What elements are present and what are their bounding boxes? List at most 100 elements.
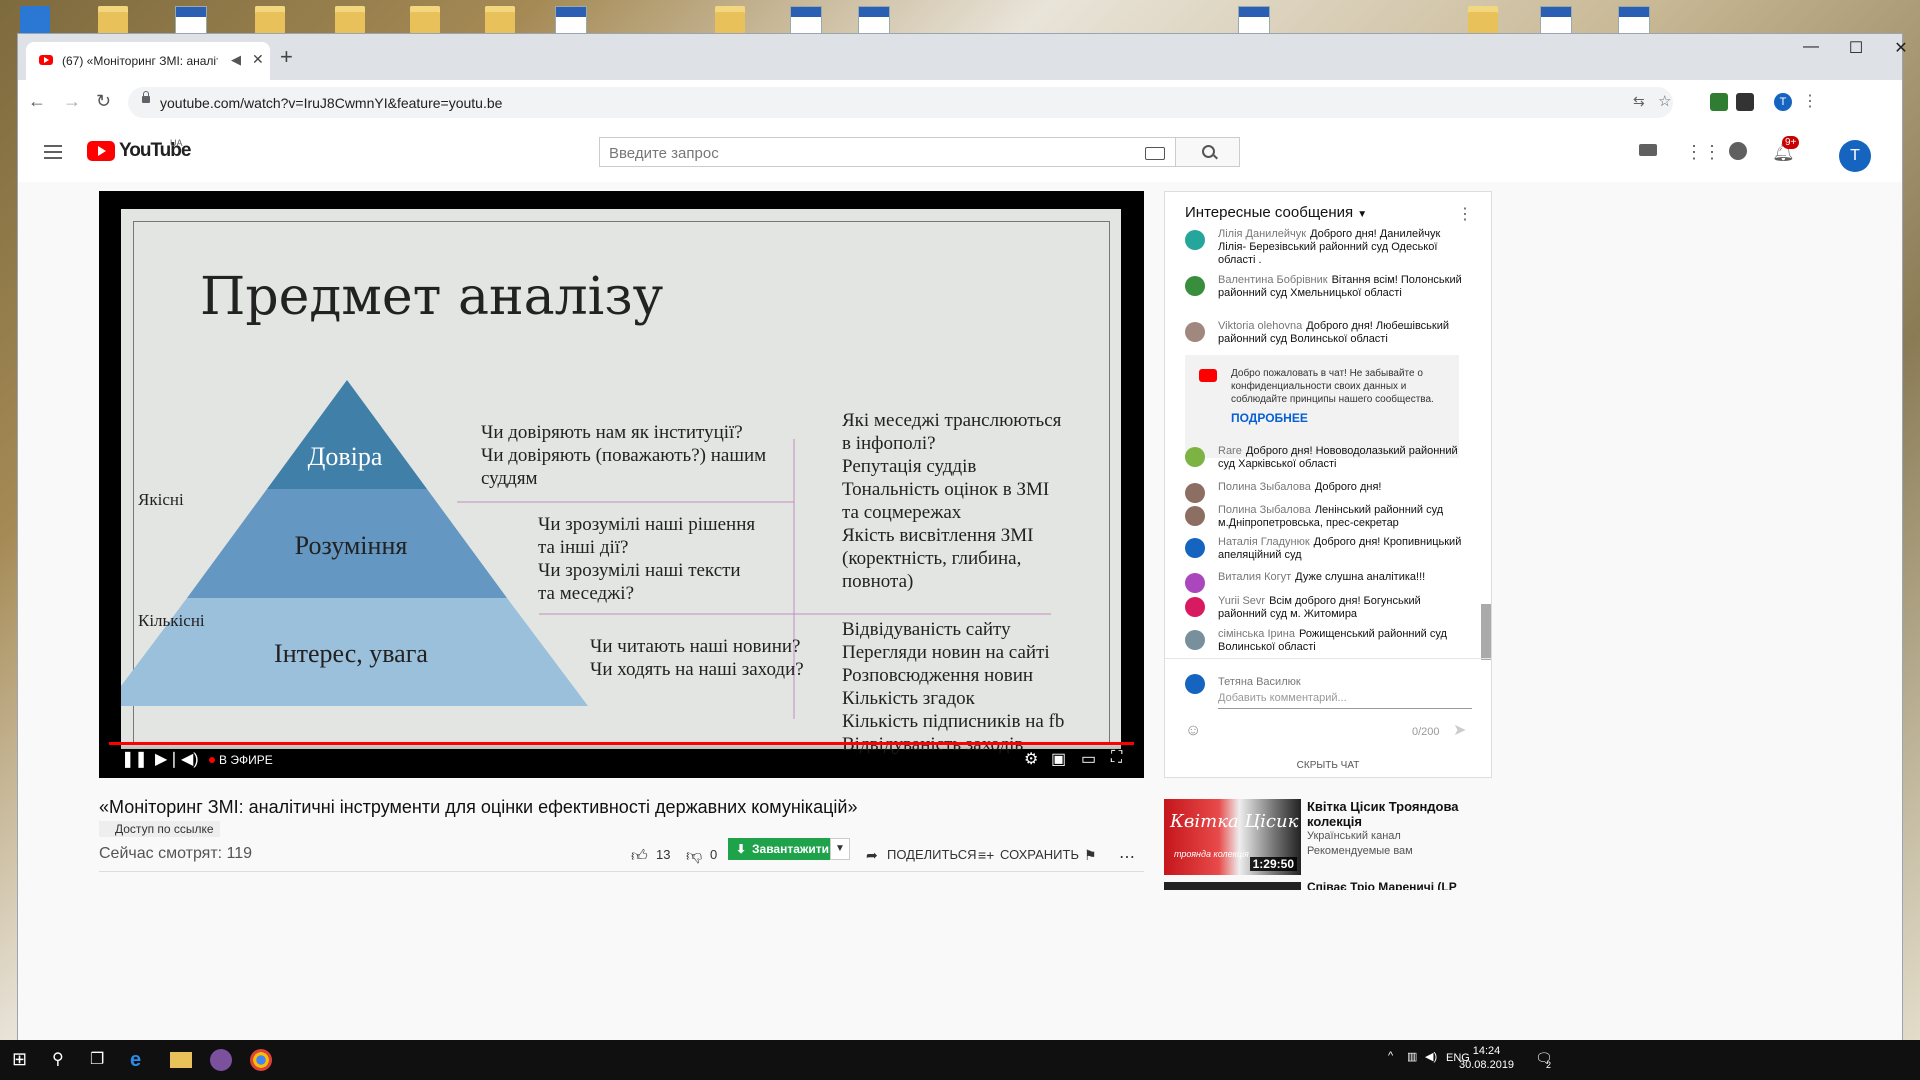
chat-message[interactable]: сімінська Ірина Рожищенський районний суд… [1185, 628, 1470, 654]
chat-message[interactable]: Лілія Данилейчук Доброго дня! Данилейчук … [1185, 228, 1470, 267]
close-window-icon[interactable]: ✕ [1878, 38, 1920, 58]
chat-author: Rare [1218, 445, 1242, 457]
network-icon[interactable]: ▥ [1407, 1050, 1417, 1063]
desktop-folder-icon[interactable] [255, 6, 285, 34]
fullscreen-icon[interactable]: ⛶ [1111, 749, 1122, 767]
live-badge[interactable]: В ЭФИРЕ [209, 753, 273, 767]
level-understanding: Розуміння [295, 531, 408, 560]
chat-filter-dropdown[interactable]: Интересные сообщения ▼ [1185, 204, 1367, 221]
tray-chevron-icon[interactable]: ^ [1388, 1050, 1393, 1062]
next-recommended-title[interactable]: Співає Тріо Мареничі (LP [1307, 882, 1457, 890]
chat-message[interactable]: Наталія Гладунюк Доброго дня! Кропивницьк… [1185, 536, 1470, 562]
dislike-icon[interactable]: 👎︎ [686, 847, 702, 866]
share-icon[interactable]: ➦ [866, 847, 878, 864]
translate-icon[interactable]: ⇆ [1633, 93, 1645, 110]
keyboard-icon[interactable] [1145, 147, 1165, 160]
chat-message[interactable]: Полина Зыбалова Ленінський районний суд м… [1185, 504, 1470, 530]
chat-input[interactable]: Добавить комментарий... [1218, 692, 1472, 709]
desktop-document-icon[interactable] [1238, 6, 1270, 36]
desktop-document-icon[interactable] [555, 6, 587, 36]
send-icon[interactable]: ➤ [1453, 720, 1466, 740]
desktop-document-icon[interactable] [175, 6, 207, 36]
player-controls: ❚❚ ▶❘ ◀) В ЭФИРЕ ⚙ ▣ ▭ ⛶ [99, 740, 1144, 778]
pause-icon[interactable]: ❚❚ [121, 749, 148, 769]
profile-avatar-icon[interactable]: T [1774, 93, 1792, 111]
desktop-icon[interactable] [20, 6, 50, 34]
minimize-icon[interactable]: — [1788, 38, 1834, 56]
chat-message[interactable]: Viktoria olehovna Доброго дня! Любешівськ… [1185, 320, 1470, 346]
recommended-title[interactable]: Квітка Цісик Трояндова колекція [1307, 799, 1487, 829]
volume-icon[interactable]: ◀) [181, 749, 199, 769]
desktop-document-icon[interactable] [1540, 6, 1572, 36]
messages-icon[interactable] [1729, 142, 1747, 160]
recommended-video[interactable]: Квітка Цісик троянда колекція 1:29:50 Кв… [1164, 799, 1492, 879]
chat-message[interactable]: Виталия Когут Дуже слушна аналітика!!! [1185, 571, 1470, 593]
hamburger-menu-icon[interactable] [44, 145, 62, 159]
save-button[interactable]: СОХРАНИТЬ [1000, 847, 1079, 862]
chat-message[interactable]: Полина Зыбалова Доброго дня! [1185, 481, 1470, 503]
share-button[interactable]: ПОДЕЛИТЬСЯ [887, 847, 976, 862]
video-thumbnail[interactable]: Квітка Цісик троянда колекція 1:29:50 [1164, 799, 1301, 875]
avatar [1185, 447, 1205, 467]
system-clock[interactable]: 14:24 30.08.2019 [1459, 1044, 1514, 1072]
extension-icon[interactable] [1710, 93, 1728, 111]
file-explorer-icon[interactable] [170, 1052, 192, 1068]
next-icon[interactable]: ▶❘ [155, 749, 181, 769]
like-icon[interactable]: 👍︎ [631, 847, 648, 866]
apps-grid-icon[interactable]: ⋮⋮ [1685, 142, 1721, 164]
account-avatar[interactable]: T [1839, 140, 1871, 172]
more-actions-icon[interactable]: ⋯ [1119, 847, 1135, 867]
extension-icon[interactable] [1736, 93, 1754, 111]
close-tab-icon[interactable]: ✕ [252, 51, 264, 68]
windows-taskbar: ⊞ ⚲ ❐ e ^ ▥ ◀) ENG 14:24 30.08.2019 🗨︎ 2 [0, 1040, 1920, 1080]
desktop-document-icon[interactable] [1618, 6, 1650, 36]
youtube-logo-icon[interactable] [87, 141, 115, 161]
menu-dots-icon[interactable]: ⋮ [1802, 91, 1818, 111]
desktop-folder-icon[interactable] [485, 6, 515, 34]
create-video-icon[interactable] [1639, 144, 1657, 156]
new-tab-icon[interactable]: + [280, 44, 293, 70]
save-playlist-icon[interactable]: ≡+ [978, 847, 994, 863]
report-flag-icon[interactable]: ⚑ [1084, 847, 1097, 864]
emoji-icon[interactable]: ☺ [1185, 722, 1201, 740]
video-player[interactable]: Предмет аналізу Довіра Розуміння Інтерес… [99, 191, 1144, 778]
next-thumbnail[interactable] [1164, 882, 1301, 890]
download-dropdown-chevron-icon[interactable]: ▼ [830, 838, 850, 860]
desktop-folder-icon[interactable] [715, 6, 745, 34]
bookmark-star-icon[interactable]: ☆ [1658, 92, 1671, 110]
forward-icon[interactable]: → [63, 91, 81, 112]
search-input[interactable] [607, 144, 1081, 163]
miniplayer-icon[interactable]: ▣ [1051, 749, 1066, 769]
desktop-document-icon[interactable] [790, 6, 822, 36]
desktop-folder-icon[interactable] [1468, 6, 1498, 34]
search-icon[interactable]: ⚲ [52, 1049, 74, 1071]
desktop-folder-icon[interactable] [335, 6, 365, 34]
chat-message[interactable]: Rare Доброго дня! Нововодолазький районни… [1185, 445, 1470, 471]
volume-tray-icon[interactable]: ◀) [1425, 1050, 1437, 1063]
desktop-document-icon[interactable] [858, 6, 890, 36]
edge-browser-icon[interactable]: e [130, 1049, 152, 1071]
hide-chat-button[interactable]: СКРЫТЬ ЧАТ [1165, 760, 1491, 771]
viber-icon[interactable] [210, 1049, 232, 1071]
back-icon[interactable]: ← [28, 91, 46, 112]
chat-message[interactable]: Yurii Sevr Всім доброго дня! Богунський р… [1185, 595, 1470, 621]
chat-menu-icon[interactable]: ⋮ [1457, 204, 1473, 224]
reload-icon[interactable]: ↻ [96, 91, 111, 112]
progress-bar[interactable] [109, 742, 1134, 745]
speaker-icon[interactable]: ◀ [231, 52, 241, 68]
maximize-icon[interactable]: ☐ [1833, 38, 1879, 58]
desktop-folder-icon[interactable] [98, 6, 128, 34]
channel-name[interactable]: Український канал [1307, 830, 1401, 842]
chat-message[interactable]: Валентина Бобрівник Вітання всім! Полонсь… [1185, 274, 1470, 300]
windows-start-icon[interactable]: ⊞ [12, 1049, 34, 1071]
settings-gear-icon[interactable]: ⚙ [1024, 749, 1038, 769]
learn-more-link[interactable]: ПОДРОБНЕЕ [1231, 412, 1308, 425]
address-bar[interactable]: youtube.com/watch?v=IruJ8CwmnYI&feature=… [128, 87, 1673, 118]
chrome-icon[interactable] [250, 1049, 272, 1071]
desktop-folder-icon[interactable] [410, 6, 440, 34]
theater-mode-icon[interactable]: ▭ [1081, 749, 1096, 769]
browser-tab[interactable]: (67) «Моніторинг ЗМІ: аналітичні ◀ ✕ [26, 42, 270, 80]
task-view-icon[interactable]: ❐ [90, 1049, 112, 1071]
chat-scrollbar[interactable] [1481, 604, 1491, 660]
search-button[interactable] [1176, 137, 1240, 167]
